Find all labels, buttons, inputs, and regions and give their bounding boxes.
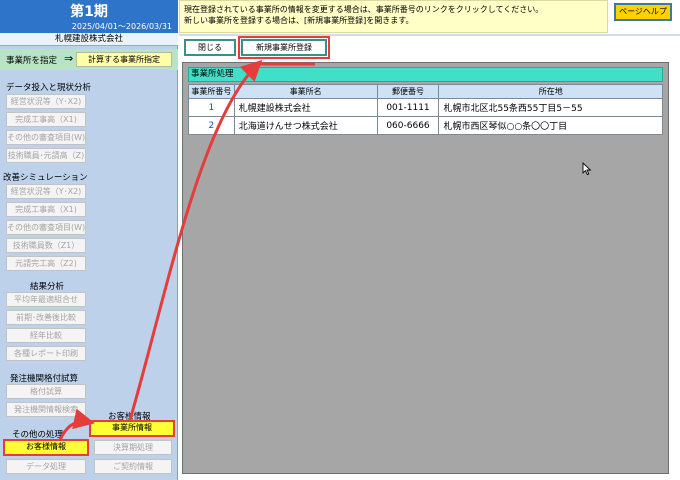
arrow-right-icon: ⇒	[64, 52, 74, 65]
office-number-link[interactable]: 1	[188, 98, 235, 117]
office-number-link[interactable]: 2	[188, 116, 235, 135]
postal-code: 001-1111	[376, 98, 440, 117]
target-office-button[interactable]: 計算する事業所指定	[76, 52, 172, 67]
btn-contract-info[interactable]: ご契約情報	[94, 459, 172, 474]
address: 札幌市北区北55条西55丁目5－55	[438, 98, 663, 117]
btn-yearly-comparison[interactable]: 経年比較	[6, 328, 86, 343]
btn-office-info[interactable]: 事業所情報	[89, 420, 175, 437]
section-input-analysis: データ投入と現状分析	[6, 83, 92, 93]
btn-rating-trial[interactable]: 格付試算	[6, 384, 86, 399]
table-row: 2 北海道けんせつ株式会社 060-6666 札幌市西区琴似○○条〇〇丁目	[188, 116, 663, 135]
info-message: 現在登録されている事業所の情報を変更する場合は、事業所番号のリンクをクリックして…	[179, 0, 608, 33]
section-simulation: 改善シミュレーション	[3, 173, 88, 183]
divider	[179, 34, 680, 36]
btn-print-reports[interactable]: 各種レポート印刷	[6, 346, 86, 361]
period-range: 2025/04/01～2026/03/31	[71, 22, 172, 31]
btn-sim-technical-staff[interactable]: 技術職員数（Z1）	[6, 238, 86, 253]
col-header-address: 所在地	[438, 84, 663, 99]
office-table: 事業所番号 事業所名 郵便番号 所在地 1 札幌建設株式会社 001-1111 …	[188, 84, 663, 135]
postal-code: 060-6666	[376, 116, 440, 135]
btn-sim-completed-works[interactable]: 完成工事高（X1)	[6, 202, 86, 217]
btn-management-status[interactable]: 経営状況等（Y･X2)	[6, 94, 86, 109]
main-area: 現在登録されている事業所の情報を変更する場合は、事業所番号のリンクをクリックして…	[179, 0, 680, 480]
btn-average-optimal[interactable]: 平均年最適組合せ	[6, 292, 86, 307]
section-result-analysis: 結果分析	[30, 282, 65, 292]
info-line-2: 新しい事業所を登録する場合は、[新規事業所登録]を開きます。	[184, 16, 414, 25]
btn-compare-before-after[interactable]: 前期･改善後比較	[6, 310, 86, 325]
panel-title: 事業所処理	[188, 67, 663, 82]
col-header-postal-code: 郵便番号	[376, 84, 440, 99]
period-title: 第1期	[70, 4, 108, 20]
page-help-button[interactable]: ページヘルプ	[614, 3, 672, 21]
office-name: 札幌建設株式会社	[233, 98, 378, 117]
table-header-row: 事業所番号 事業所名 郵便番号 所在地	[188, 84, 663, 99]
btn-technical-staff[interactable]: 技術職員･元請高（Z)	[6, 148, 86, 163]
new-office-button[interactable]: 新規事業所登録	[238, 36, 330, 59]
col-header-office-name: 事業所名	[233, 84, 378, 99]
section-order-rating: 発注機関格付試算	[10, 374, 79, 384]
btn-data-processing[interactable]: データ処理	[6, 459, 86, 474]
close-button[interactable]: 閉じる	[184, 39, 236, 56]
btn-sim-prime-contract[interactable]: 元請完工高（Z2)	[6, 256, 86, 271]
btn-sim-other-review-items[interactable]: その他の審査項目(W)	[6, 220, 86, 235]
btn-customer-info[interactable]: お客様情報	[3, 439, 89, 456]
btn-other-review-items[interactable]: その他の審査項目(W)	[6, 130, 86, 145]
address: 札幌市西区琴似○○条〇〇丁目	[438, 116, 663, 135]
btn-order-agency-search[interactable]: 発注機関情報検索	[6, 402, 86, 417]
btn-completed-works[interactable]: 完成工事高（X1)	[6, 112, 86, 127]
sidebar: 第1期 2025/04/01～2026/03/31 札幌建設株式会社 事業所を指…	[0, 0, 178, 480]
col-header-office-number: 事業所番号	[188, 84, 235, 99]
office-name: 北海道けんせつ株式会社	[233, 116, 378, 135]
office-select-row: 事業所を指定 ⇒ 計算する事業所指定	[0, 49, 178, 70]
office-select-label: 事業所を指定	[6, 56, 58, 66]
btn-settlement-processing[interactable]: 決算期処理	[94, 440, 172, 455]
table-row: 1 札幌建設株式会社 001-1111 札幌市北区北55条西55丁目5－55	[188, 98, 663, 117]
btn-sim-management-status[interactable]: 経営状況等（Y･X2)	[6, 184, 86, 199]
info-line-1: 現在登録されている事業所の情報を変更する場合は、事業所番号のリンクをクリックして…	[184, 5, 544, 14]
office-panel: 事業所処理 事業所番号 事業所名 郵便番号 所在地 1 札幌建設株式会社 001…	[182, 62, 669, 474]
company-name: 札幌建設株式会社	[0, 33, 178, 46]
mouse-cursor-icon	[582, 162, 592, 176]
period-box: 第1期 2025/04/01～2026/03/31	[0, 0, 178, 33]
